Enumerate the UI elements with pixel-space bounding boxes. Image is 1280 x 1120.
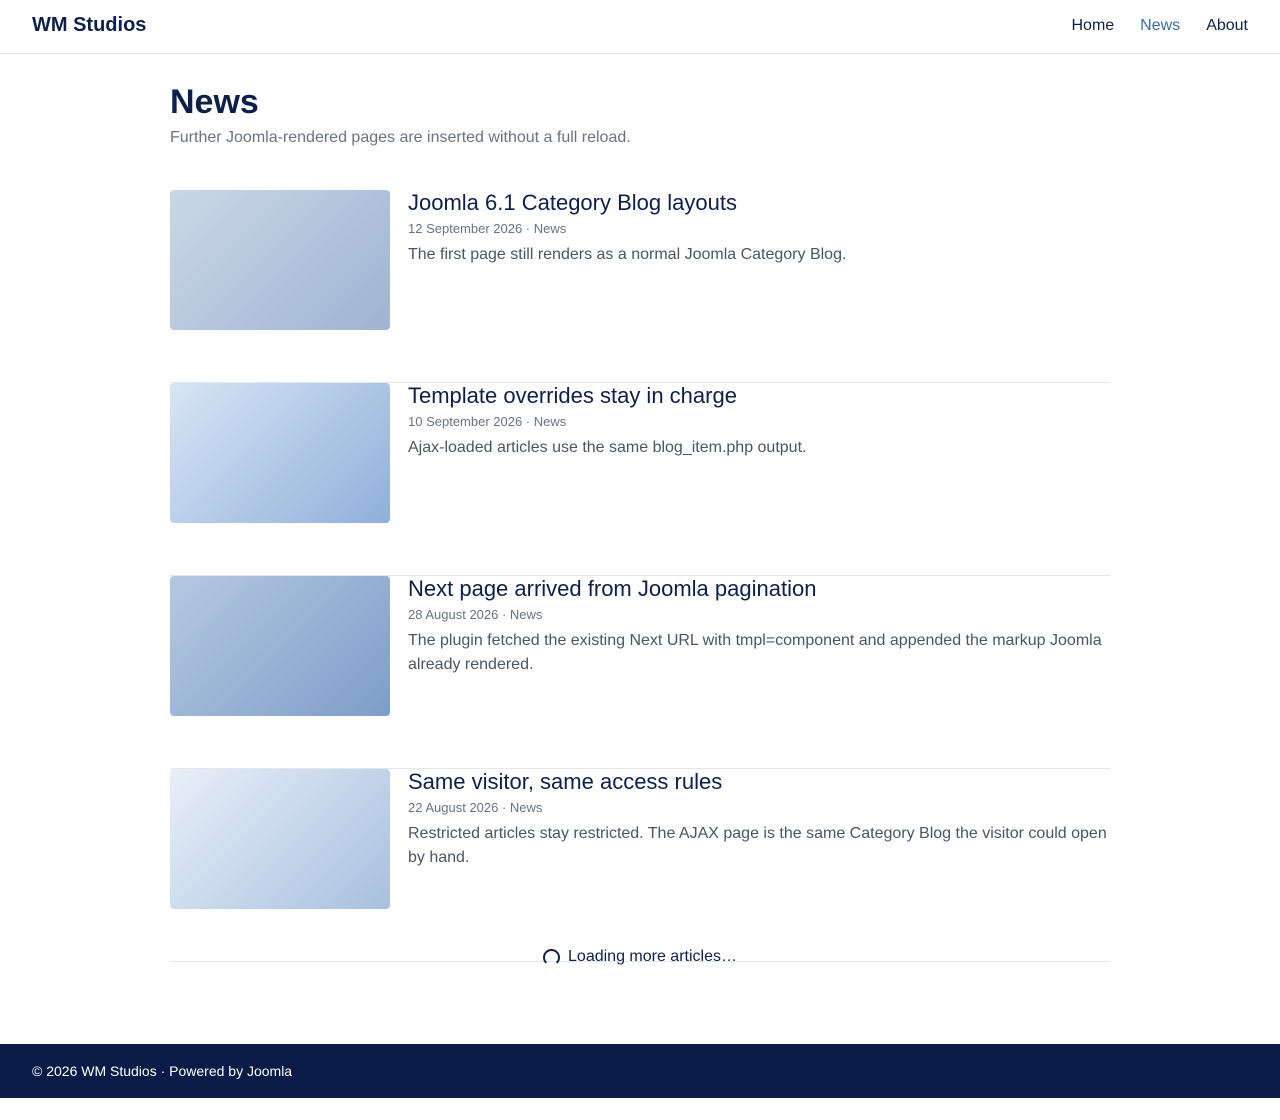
article-intro: Ajax-loaded articles use the same blog_i… (408, 439, 807, 456)
main-nav: Home News About (1071, 17, 1248, 35)
article-meta: 12 September 2026 · News (408, 221, 567, 236)
nav-about[interactable]: About (1206, 17, 1248, 35)
article-item: Next page arrived from Joomla pagination… (170, 576, 1110, 769)
article-title[interactable]: Same visitor, same access rules (408, 769, 722, 795)
article-item: Template overrides stay in charge 10 Sep… (170, 383, 1110, 576)
article-thumbnail[interactable] (170, 576, 390, 716)
article-intro: Restricted articles stay restricted. The… (408, 825, 1107, 866)
loading-indicator: Loading more articles… (170, 948, 1110, 966)
article-intro: The plugin fetched the existing Next URL… (408, 632, 1102, 673)
article-thumbnail[interactable] (170, 383, 390, 523)
article-intro: The first page still renders as a normal… (408, 246, 847, 263)
nav-home[interactable]: Home (1071, 17, 1114, 35)
article-item: Joomla 6.1 Category Blog layouts 12 Sept… (170, 190, 1110, 383)
footer-copyright: © 2026 WM Studios · Powered by Joomla (32, 1063, 293, 1079)
article-title[interactable]: Template overrides stay in charge (408, 383, 737, 409)
nav-news[interactable]: News (1140, 17, 1180, 35)
article-title[interactable]: Next page arrived from Joomla pagination (408, 576, 816, 602)
page-title: News (170, 83, 259, 121)
spinner-icon (543, 948, 561, 966)
article-meta: 28 August 2026 · News (408, 607, 543, 622)
site-header: WM Studios Home News About (0, 0, 1280, 54)
article-thumbnail[interactable] (170, 769, 390, 909)
article-title[interactable]: Joomla 6.1 Category Blog layouts (408, 190, 737, 216)
article-meta: 10 September 2026 · News (408, 414, 567, 429)
article-item: Same visitor, same access rules 22 Augus… (170, 769, 1110, 962)
article-meta: 22 August 2026 · News (408, 800, 543, 815)
site-footer: © 2026 WM Studios · Powered by Joomla (0, 1044, 1280, 1098)
article-thumbnail[interactable] (170, 190, 390, 330)
loading-text: Loading more articles… (568, 948, 737, 965)
page-subtitle: Further Joomla-rendered pages are insert… (170, 129, 631, 146)
brand-link[interactable]: WM Studios (32, 14, 146, 37)
